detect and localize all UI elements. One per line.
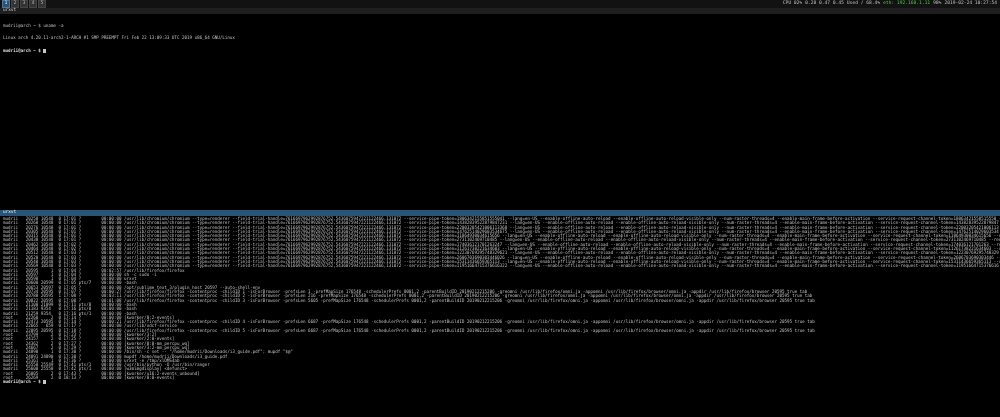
datetime-status: 2019-02-24 10:27:54: [944, 1, 997, 6]
terminal-cursor: [43, 49, 46, 54]
workspace-button-3[interactable]: 3: [20, 0, 28, 8]
workspace-button-1[interactable]: 1: [2, 0, 10, 8]
memory-status: Used / 68.4%: [846, 1, 881, 6]
terminal-prompt: mudrii@arch ~ $: [3, 48, 997, 54]
terminal-prompt: mudrii@arch ~ $: [3, 379, 997, 385]
network-status: eth: 192.168.1.11: [883, 1, 931, 6]
workspace-button-2[interactable]: 2: [11, 0, 19, 8]
battery-status: 98%: [933, 1, 942, 6]
load-status: 0.28 0.47 0.45: [805, 1, 844, 6]
cpu-status: CPU 02%: [782, 1, 803, 6]
workspace-button-5[interactable]: 5: [38, 0, 46, 8]
workspace-button-4[interactable]: 4: [29, 0, 37, 8]
prompt-text: mudrii@arch ~ $: [3, 379, 41, 385]
workspace-switcher: 1 2 3 4 5: [2, 0, 47, 8]
terminal-output[interactable]: mudrii 20258 10548 0 17:01 ? 00:00:00 /u…: [0, 216, 1000, 386]
prompt-text: mudrii@arch ~ $: [3, 48, 41, 54]
bottom-terminal-window[interactable]: urxvt mudrii 20258 10548 0 17:01 ? 00:00…: [0, 210, 1000, 417]
status-bar: CPU 02% 0.28 0.47 0.45 Used / 68.4% eth:…: [780, 0, 997, 8]
terminal-line: Linux arch 4.20.11-arch2-1-ARCH #1 SMP P…: [3, 35, 235, 41]
top-bar: 1 2 3 4 5 CPU 02% 0.28 0.47 0.45 Used / …: [0, 0, 1000, 8]
terminal-line: mudrii@arch ~ $ uname -a: [3, 22, 64, 28]
top-terminal-window[interactable]: urxvt mudrii@arch ~ $ uname -a Linux arc…: [0, 8, 1000, 206]
terminal-cursor: [43, 380, 46, 385]
terminal-output[interactable]: mudrii@arch ~ $ uname -a Linux arch 4.20…: [0, 14, 1000, 63]
